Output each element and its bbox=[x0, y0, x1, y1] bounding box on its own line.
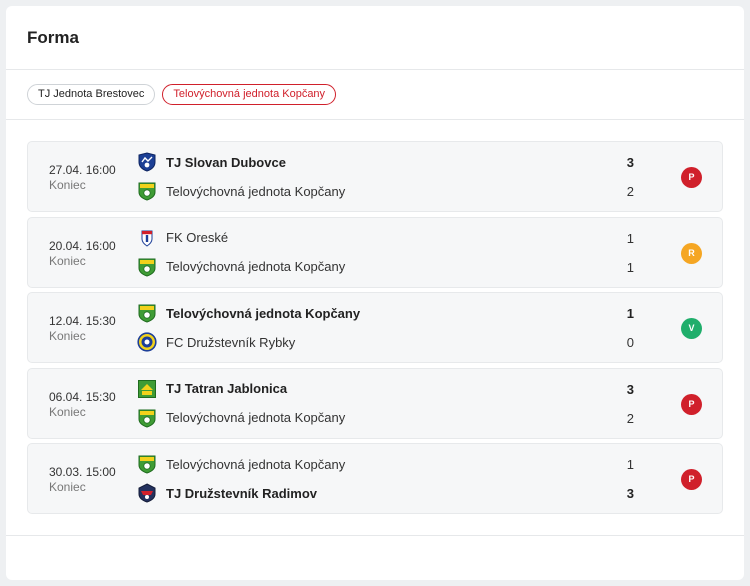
radimov-crest-icon bbox=[137, 483, 157, 503]
home-team-name: FK Oreské bbox=[166, 230, 229, 245]
match-row[interactable]: 20.04. 16:00 Koniec FK Oreské Telovýchov… bbox=[27, 216, 723, 288]
result-badge: P bbox=[681, 469, 702, 490]
away-score: 2 bbox=[626, 410, 634, 426]
kopcany-crest-icon bbox=[137, 408, 157, 428]
away-score: 0 bbox=[626, 335, 634, 350]
home-team-name: TJ Tatran Jablonica bbox=[166, 381, 288, 396]
away-team: TJ Družstevník Radimov bbox=[137, 482, 317, 504]
result-badge: P bbox=[681, 167, 702, 188]
match-row[interactable]: 12.04. 15:30 Koniec Telovýchovná jednota… bbox=[27, 292, 723, 363]
match-row[interactable]: 30.03. 15:00 Koniec Telovýchovná jednota… bbox=[27, 443, 723, 514]
home-team-name: TJ Slovan Dubovce bbox=[166, 154, 286, 170]
home-team: Telovýchovná jednota Kopčany bbox=[137, 453, 345, 475]
away-score: 2 bbox=[626, 184, 634, 199]
match-row[interactable]: 06.04. 15:30 Koniec TJ Tatran Jablonica … bbox=[27, 367, 723, 439]
match-date: 30.03. 15:00 bbox=[49, 465, 116, 479]
match-list: 27.04. 16:00 Koniec TJ Slovan Dubovce Te… bbox=[27, 141, 723, 519]
away-score: 3 bbox=[626, 486, 634, 501]
match-date: 20.04. 16:00 bbox=[49, 238, 116, 253]
header-divider bbox=[6, 69, 744, 70]
match-status: Koniec bbox=[49, 404, 86, 419]
home-team: TJ Slovan Dubovce bbox=[137, 151, 286, 173]
home-score: 3 bbox=[626, 155, 634, 170]
match-date: 12.04. 15:30 bbox=[49, 314, 116, 328]
result-badge: P bbox=[681, 393, 702, 415]
result-badge: R bbox=[681, 242, 702, 264]
away-team: FC Družstevník Rybky bbox=[137, 331, 295, 353]
home-score: 1 bbox=[626, 457, 634, 472]
kopcany-crest-icon bbox=[137, 303, 157, 323]
tab-team-2[interactable]: Telovýchovná jednota Kopčany bbox=[162, 84, 337, 105]
footer-divider bbox=[6, 535, 744, 536]
rybky-crest-icon bbox=[137, 332, 157, 352]
kopcany-crest-icon bbox=[137, 181, 157, 201]
team-tabs: TJ Jednota Brestovec Telovýchovná jednot… bbox=[27, 84, 337, 105]
match-row[interactable]: 27.04. 16:00 Koniec TJ Slovan Dubovce Te… bbox=[27, 141, 723, 212]
match-status: Koniec bbox=[49, 253, 86, 268]
match-date: 06.04. 15:30 bbox=[49, 389, 116, 404]
away-score: 1 bbox=[626, 259, 634, 275]
tabs-divider bbox=[6, 119, 744, 120]
away-team-name: Telovýchovná jednota Kopčany bbox=[166, 183, 346, 199]
home-score: 1 bbox=[626, 230, 634, 246]
away-team-name: Telovýchovná jednota Kopčany bbox=[166, 259, 346, 274]
home-team: FK Oreské bbox=[137, 227, 228, 249]
away-team-name: Telovýchovná jednota Kopčany bbox=[166, 410, 346, 425]
home-team: Telovýchovná jednota Kopčany bbox=[137, 302, 360, 324]
kopcany-crest-icon bbox=[137, 257, 157, 277]
form-card: Forma TJ Jednota Brestovec Telovýchovná … bbox=[6, 6, 744, 580]
home-team: TJ Tatran Jablonica bbox=[137, 378, 287, 400]
oreske-crest-icon bbox=[137, 228, 157, 248]
match-status: Koniec bbox=[49, 178, 86, 192]
home-team-name: Telovýchovná jednota Kopčany bbox=[166, 305, 361, 321]
card-title: Forma bbox=[27, 28, 79, 47]
jablonica-crest-icon bbox=[137, 379, 157, 399]
away-team: Telovýchovná jednota Kopčany bbox=[137, 407, 345, 429]
away-team-name: TJ Družstevník Radimov bbox=[166, 485, 317, 501]
tab-team-1[interactable]: TJ Jednota Brestovec bbox=[27, 84, 156, 105]
kopcany-crest-icon bbox=[137, 454, 157, 474]
match-date: 27.04. 16:00 bbox=[49, 163, 116, 177]
home-score: 3 bbox=[626, 381, 634, 397]
match-status: Koniec bbox=[49, 480, 86, 494]
home-team-name: Telovýchovná jednota Kopčany bbox=[166, 456, 346, 472]
match-status: Koniec bbox=[49, 329, 86, 343]
dubovce-crest-icon bbox=[137, 152, 157, 172]
result-badge: V bbox=[681, 318, 702, 339]
home-score: 1 bbox=[626, 306, 634, 321]
away-team: Telovýchovná jednota Kopčany bbox=[137, 256, 345, 278]
away-team-name: FC Družstevník Rybky bbox=[166, 334, 296, 350]
away-team: Telovýchovná jednota Kopčany bbox=[137, 180, 345, 202]
